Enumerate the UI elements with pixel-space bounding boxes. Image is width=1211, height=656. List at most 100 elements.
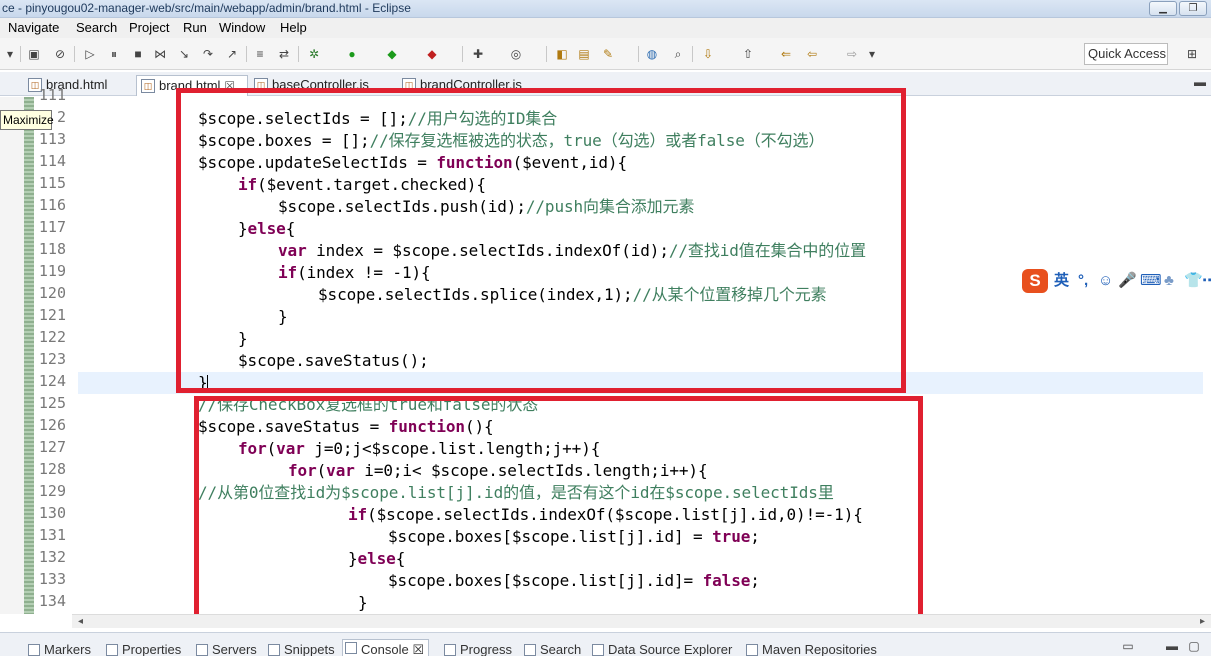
menu-window[interactable]: Window [219,20,265,35]
bottom-views-tab-bar: Markers Properties Servers Snippets Cons… [0,632,1211,656]
line-number: 120 [38,284,66,302]
scroll-left-icon[interactable]: ◂ [78,615,83,628]
highlight-box-update-select [176,88,906,393]
last-edit-icon[interactable]: ⇐ [778,46,794,62]
tab-console[interactable]: Console ☒ [342,639,429,656]
open-perspective-icon[interactable]: ⊞ [1184,46,1200,62]
servers-icon [196,644,208,656]
tab-maven-repositories[interactable]: Maven Repositories [744,642,877,656]
step-return-icon[interactable]: ↗ [224,46,240,62]
run-icon[interactable]: ● [344,46,360,62]
tab-close-icon[interactable]: ☒ [412,642,424,656]
dropdown-arrow-icon[interactable]: ▾ [864,46,880,62]
resume-icon[interactable]: ▷ [82,46,98,62]
menu-navigate[interactable]: Navigate [8,20,59,35]
view-menu-icon[interactable]: ▭ [1120,638,1136,654]
ime-keyboard-icon[interactable]: ⌨ [1140,272,1162,290]
line-number: 129 [38,482,66,500]
ime-language-toggle[interactable]: 英 [1054,272,1069,290]
horizontal-scrollbar[interactable]: ◂ ▸ [72,614,1211,628]
main-toolbar: ▾ ▣ ⊘ ▷ ⏸ ■ ⋈ ↘ ↷ ↗ ≡ ⇄ ✲ ● ◆ ◆ ✚ ◎ ◧ ▤ … [0,38,1211,70]
toolbar-separator [692,46,693,62]
disconnect-icon[interactable]: ⋈ [152,46,168,62]
ime-tools-icon[interactable]: ♣ [1164,272,1174,290]
next-annotation-icon[interactable]: ⇩ [700,46,716,62]
toolbar-separator [298,46,299,62]
search-icon[interactable]: ⌕ [670,46,686,62]
line-number: 115 [38,174,66,192]
dropdown-arrow-icon[interactable]: ▾ [2,46,18,62]
properties-icon [106,644,118,656]
ime-more-icon[interactable]: ⋯ [1202,272,1211,290]
line-number: 133 [38,570,66,588]
minimize-view-icon[interactable]: ▬ [1192,74,1208,90]
previous-annotation-icon[interactable]: ⇧ [740,46,756,62]
toolbar-separator [74,46,75,62]
tab-properties[interactable]: Properties [104,642,181,656]
html-file-icon: ◫ [141,79,155,93]
snippets-icon [268,644,280,656]
ime-skin-icon[interactable]: 👕 [1184,272,1203,290]
open-resource-icon[interactable]: ✎ [600,46,616,62]
toggle-icon[interactable]: ⇄ [276,46,292,62]
window-title: ce - pinyougou02-manager-web/src/main/we… [2,1,411,15]
line-number: 125 [38,394,66,412]
line-number: 126 [38,416,66,434]
tab-markers[interactable]: Markers [26,642,91,656]
tab-progress[interactable]: Progress [442,642,512,656]
open-type-icon[interactable]: ◧ [554,46,570,62]
restore-button[interactable]: ❐ [1179,1,1207,16]
line-number: 114 [38,152,66,170]
maximize-view-icon[interactable]: ▢ [1186,638,1202,654]
sogou-logo-icon[interactable]: S [1022,269,1048,293]
change-ruler [24,97,34,614]
globe-icon[interactable]: ◍ [644,46,660,62]
step-into-icon[interactable]: ↘ [176,46,192,62]
ime-voice-icon[interactable]: 🎤 [1118,272,1137,290]
toolbar-separator [546,46,547,62]
new-java-icon[interactable]: ◎ [508,46,524,62]
menu-project[interactable]: Project [129,20,169,35]
minimize-view-icon[interactable]: ▬ [1164,638,1180,654]
line-number: 131 [38,526,66,544]
scroll-right-icon[interactable]: ▸ [1200,615,1205,628]
tab-search[interactable]: Search [522,642,581,656]
external-tools-icon[interactable]: ◆ [424,46,440,62]
menu-search[interactable]: Search [76,20,117,35]
ime-punctuation-icon[interactable]: °, [1078,272,1088,290]
terminate-icon[interactable]: ■ [130,46,146,62]
menu-bar: Navigate Search Project Run Window Help [0,18,1211,38]
new-server-icon[interactable]: ✚ [470,46,486,62]
highlight-box-save-status [194,396,923,622]
minimize-button[interactable]: ▁ [1149,1,1177,16]
tab-label: Markers [44,642,91,656]
forward-icon[interactable]: ⇨ [844,46,860,62]
debug-icon[interactable]: ✲ [306,46,322,62]
coverage-icon[interactable]: ◆ [384,46,400,62]
line-number: 130 [38,504,66,522]
ime-emoji-icon[interactable]: ☺ [1098,272,1113,290]
line-number: 132 [38,548,66,566]
ime-toolbar: S 英 °, ☺ 🎤 ⌨ ♣ 👕 ⋯ [1020,266,1211,296]
tab-servers[interactable]: Servers [194,642,257,656]
toolbar-separator [20,46,21,62]
save-icon[interactable]: ▣ [26,46,42,62]
toolbar-separator [246,46,247,62]
maven-icon [746,644,758,656]
menu-help[interactable]: Help [280,20,307,35]
line-number: 119 [38,262,66,280]
menu-run[interactable]: Run [183,20,207,35]
suspend-icon[interactable]: ⏸ [106,46,122,62]
skip-breakpoints-icon[interactable]: ⊘ [52,46,68,62]
line-number: 123 [38,350,66,368]
open-folder-icon[interactable]: ▤ [576,46,592,62]
line-number-gutter: 111 2 113 114 115 116 117 118 119 120 121 122 123 124… [34,86,72,614]
tab-label: Console [361,642,409,656]
step-over-icon[interactable]: ↷ [200,46,216,62]
tab-data-source-explorer[interactable]: Data Source Explorer [590,642,732,656]
line-number: 121 [38,306,66,324]
use-step-filters-icon[interactable]: ≡ [252,46,268,62]
tab-snippets[interactable]: Snippets [266,642,335,656]
quick-access-input[interactable]: Quick Access [1084,43,1168,65]
back-icon[interactable]: ⇦ [804,46,820,62]
